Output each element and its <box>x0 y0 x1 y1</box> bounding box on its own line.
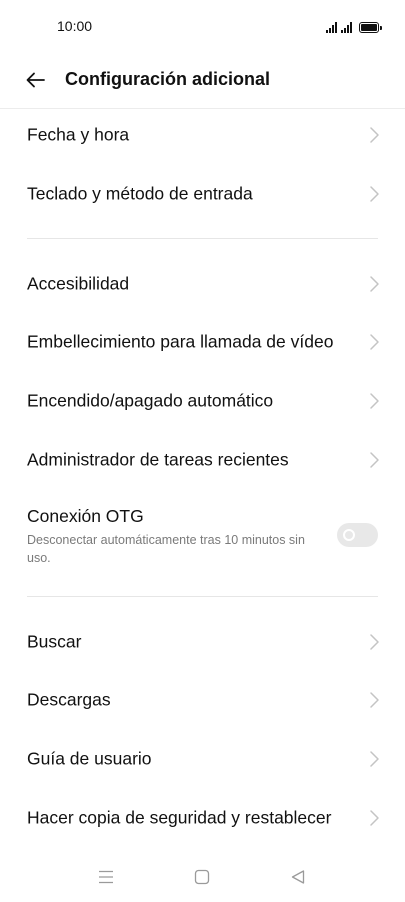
settings-item-label: Descargas <box>27 689 111 710</box>
settings-item-label: Buscar <box>27 631 82 652</box>
home-icon[interactable] <box>194 869 210 885</box>
section-divider <box>27 596 378 597</box>
chevron-right-icon <box>370 452 379 468</box>
chevron-right-icon <box>370 276 379 292</box>
settings-item-recent-tasks[interactable]: Administrador de tareas recientes <box>0 431 405 489</box>
settings-item-user-guide[interactable]: Guía de usuario <box>0 730 405 788</box>
chevron-right-icon <box>370 127 379 143</box>
settings-item-label: Administrador de tareas recientes <box>27 449 289 470</box>
arrow-left-icon[interactable] <box>24 68 48 92</box>
settings-item-label: Encendido/apagado automático <box>27 390 274 411</box>
chevron-right-icon <box>370 810 379 826</box>
settings-item-auto-power[interactable]: Encendido/apagado automático <box>0 372 405 430</box>
chevron-right-icon <box>370 393 379 409</box>
settings-item-video-call-beauty[interactable]: Embellecimiento para llamada de vídeo <box>0 313 405 371</box>
settings-item-label: Guía de usuario <box>27 748 152 769</box>
menu-icon[interactable] <box>98 869 114 885</box>
signal-sim1-icon <box>326 22 337 33</box>
back-triangle-icon[interactable] <box>290 869 306 885</box>
settings-item-label: Hacer copia de seguridad y restablecer <box>27 807 332 828</box>
settings-item-keyboard-input[interactable]: Teclado y método de entrada <box>0 165 405 223</box>
chevron-right-icon <box>370 692 379 708</box>
battery-icon <box>359 22 382 33</box>
otg-toggle[interactable] <box>337 523 378 547</box>
chevron-right-icon <box>370 634 379 650</box>
settings-item-backup-reset[interactable]: Hacer copia de seguridad y restablecer <box>0 789 405 847</box>
settings-item-search[interactable]: Buscar <box>0 613 405 671</box>
settings-item-downloads[interactable]: Descargas <box>0 671 405 729</box>
status-bar: 10:00 <box>0 0 405 52</box>
status-time: 10:00 <box>57 18 93 34</box>
signal-sim2-icon <box>341 22 352 33</box>
status-icons <box>326 19 382 33</box>
toggle-knob <box>343 529 355 541</box>
settings-item-label: Accesibilidad <box>27 273 130 294</box>
chevron-right-icon <box>370 751 379 767</box>
chevron-right-icon <box>370 186 379 202</box>
page-title: Configuración adicional <box>65 69 271 89</box>
settings-item-date-time[interactable]: Fecha y hora <box>0 106 405 164</box>
settings-item-label: Fecha y hora <box>27 124 130 145</box>
settings-item-label: Embellecimiento para llamada de vídeo <box>27 331 334 352</box>
navigation-bar <box>0 852 405 902</box>
settings-item-otg[interactable]: Conexión OTG Desconectar automáticamente… <box>0 498 405 578</box>
settings-item-label: Teclado y método de entrada <box>27 183 253 204</box>
chevron-right-icon <box>370 334 379 350</box>
section-divider <box>27 238 378 239</box>
settings-item-accessibility[interactable]: Accesibilidad <box>0 255 405 313</box>
otg-description: Desconectar automáticamente tras 10 minu… <box>27 533 305 565</box>
header: Configuración adicional <box>0 54 405 106</box>
otg-label: Conexión OTG <box>27 506 144 526</box>
